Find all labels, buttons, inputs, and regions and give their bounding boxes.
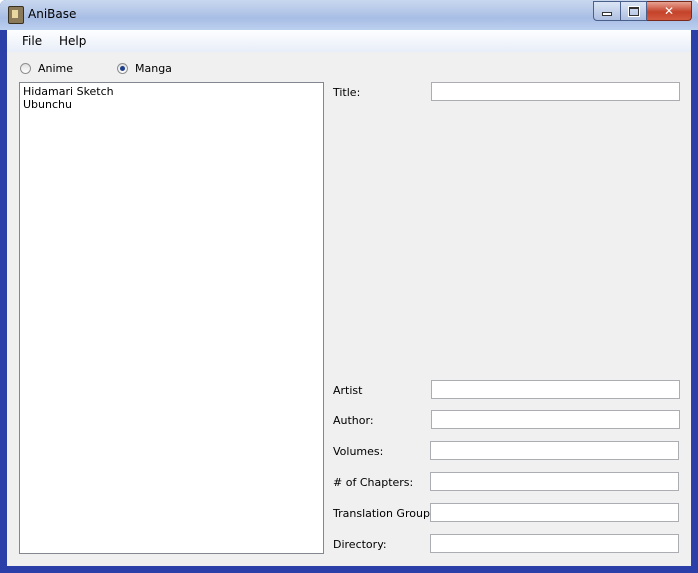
close-button[interactable]: ✕	[647, 1, 692, 21]
maximize-button[interactable]	[621, 1, 647, 21]
list-item[interactable]: Ubunchu	[23, 98, 320, 111]
client-area: File Help Anime Manga Hidamari Sketch Ub…	[7, 30, 691, 566]
menu-help[interactable]: Help	[59, 34, 86, 48]
app-window: AniBase ✕ File Help Anime Manga Hidamari…	[0, 0, 698, 573]
title-bar[interactable]: AniBase ✕	[0, 0, 698, 30]
maximize-icon	[627, 5, 640, 17]
chapters-label: # of Chapters:	[333, 476, 414, 489]
minimize-button[interactable]	[593, 1, 621, 21]
menu-file[interactable]: File	[22, 34, 42, 48]
manga-radio-label: Manga	[135, 62, 172, 75]
chapters-field[interactable]	[430, 472, 679, 491]
manga-radio[interactable]: Manga	[117, 62, 172, 75]
close-icon: ✕	[663, 4, 675, 18]
list-item[interactable]: Hidamari Sketch	[23, 85, 320, 98]
artist-field[interactable]	[431, 380, 680, 399]
title-listbox[interactable]: Hidamari Sketch Ubunchu	[19, 82, 324, 554]
window-title: AniBase	[28, 7, 77, 21]
title-field[interactable]	[431, 82, 680, 101]
anime-radio-label: Anime	[38, 62, 74, 75]
translation-group-field[interactable]	[430, 503, 679, 522]
anime-radio-circle[interactable]	[20, 63, 31, 74]
app-icon	[8, 6, 24, 24]
author-field[interactable]	[431, 410, 680, 429]
translation-group-label: Translation Group:	[333, 507, 434, 520]
menu-bar: File Help	[7, 30, 691, 52]
directory-label: Directory:	[333, 538, 387, 551]
minimize-icon	[602, 12, 612, 16]
volumes-field[interactable]	[430, 441, 679, 460]
artist-label: Artist	[333, 384, 363, 397]
author-label: Author:	[333, 414, 374, 427]
title-label: Title:	[333, 86, 361, 99]
anime-radio[interactable]: Anime	[20, 62, 73, 75]
directory-field[interactable]	[430, 534, 679, 553]
volumes-label: Volumes:	[333, 445, 384, 458]
window-controls: ✕	[593, 1, 692, 21]
manga-radio-circle[interactable]	[117, 63, 128, 74]
